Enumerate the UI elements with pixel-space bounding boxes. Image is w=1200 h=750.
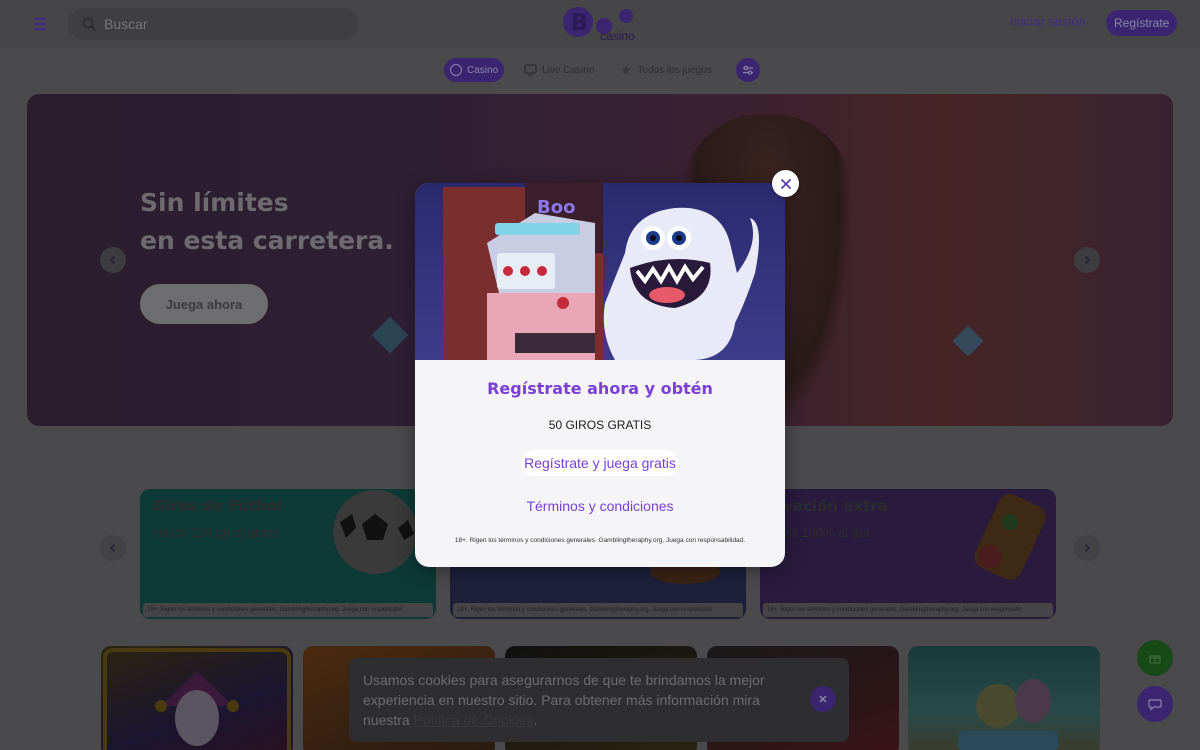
cookie-trailing: . [533, 712, 538, 728]
hero-prev-button[interactable] [100, 247, 126, 273]
game-tile-joker[interactable] [101, 646, 293, 750]
cookie-banner: Usamos cookies para asegurarnos de que t… [349, 658, 849, 742]
promos-next-button[interactable] [1074, 535, 1100, 561]
elevator-art-image [974, 494, 1046, 580]
search-bar[interactable] [68, 8, 358, 40]
chevron-left-icon [109, 255, 116, 265]
gem-decoration [371, 316, 409, 354]
star-icon [621, 65, 632, 75]
chevron-right-icon [1084, 255, 1091, 265]
promo-card[interactable]: Giros de Fútbol Hasta 150 giros gratis 1… [140, 489, 436, 619]
category-tabs: Casino Live Casino Todos los juegos [444, 58, 760, 82]
soccer-ball-image [333, 490, 417, 574]
cookie-policy-link[interactable]: Política de Cookies [414, 712, 534, 728]
svg-text:casino: casino [600, 29, 635, 43]
register-and-play-button[interactable]: Regístrate y juega gratis [521, 450, 679, 476]
cookie-close-button[interactable] [810, 686, 836, 712]
tab-all-games[interactable]: Todos los juegos [614, 58, 718, 82]
promos-prev-button[interactable] [100, 535, 126, 561]
modal-hero-image: Boo casino [415, 183, 785, 360]
gift-button[interactable] [1137, 640, 1173, 676]
close-icon [780, 178, 791, 189]
promo-title: Giros de Fútbol [153, 497, 282, 515]
promo-card[interactable]: evación extra asta 100% al día 18+. Rige… [760, 489, 1056, 619]
modal-disclaimer: 18+. Rigen los términos y condiciones ge… [454, 537, 746, 544]
signup-modal: Boo casino Regístrate ahora y obtén 50 G… [415, 183, 785, 567]
promo-subtitle: Hasta 150 giros gratis [153, 525, 280, 540]
close-icon [819, 695, 827, 703]
promo-disclaimer: 18+. Rigen los términos y condiciones ge… [763, 603, 1053, 617]
chevron-right-icon [1084, 543, 1091, 553]
login-link[interactable]: Iniciar sesión [1010, 14, 1086, 29]
search-icon [82, 17, 96, 31]
promo-disclaimer: 18+. Rigen los términos y condiciones ge… [143, 603, 433, 617]
boo-casino-logo[interactable]: B casino [558, 4, 642, 44]
hero-next-button[interactable] [1074, 247, 1100, 273]
hero-title-line: en esta carretera. [140, 226, 394, 255]
chevron-left-icon [109, 543, 116, 553]
ghost-slot-machine-illustration: Boo casino [415, 183, 785, 360]
modal-heading: Regístrate ahora y obtén [487, 379, 713, 398]
tab-label: Live Casino [542, 64, 595, 76]
chat-bubble-icon [1148, 699, 1162, 711]
signup-button[interactable]: Regístrate [1106, 10, 1178, 36]
tab-live-casino[interactable]: Live Casino [518, 58, 600, 82]
filter-button[interactable] [735, 58, 760, 82]
modal-offer: 50 GIROS GRATIS [548, 418, 652, 432]
terms-link[interactable]: Términos y condiciones [415, 498, 785, 514]
crescent-moon-image [915, 114, 1018, 260]
chat-button[interactable] [1137, 686, 1173, 722]
promo-disclaimer: 18+. Rigen los términos y condiciones ge… [453, 603, 743, 617]
promo-title: evación extra [773, 497, 888, 515]
modal-close-button[interactable] [772, 170, 799, 197]
hamburger-menu-icon[interactable] [28, 12, 52, 36]
sliders-icon [742, 65, 753, 75]
play-now-button[interactable]: Juega ahora [140, 284, 268, 324]
cookie-text: Usamos cookies para asegurarnos de que t… [363, 670, 803, 730]
joker-game-image [103, 648, 291, 750]
gift-icon [1149, 655, 1161, 664]
tab-label: Todos los juegos [637, 64, 712, 76]
casino-chip-icon [450, 64, 462, 76]
game-tile-unicorn[interactable] [908, 646, 1100, 750]
top-header: B casino Iniciar sesión Regístrate [0, 0, 1200, 48]
promo-subtitle: asta 100% al día [773, 525, 870, 540]
tab-casino[interactable]: Casino [444, 58, 505, 82]
search-input[interactable] [104, 16, 334, 32]
tab-label: Casino [467, 64, 499, 76]
hero-title-line: Sin límites [140, 188, 289, 217]
hero-title: Sin límites en esta carretera. [140, 184, 394, 260]
svg-text:B: B [571, 11, 588, 36]
tv-icon [524, 64, 537, 76]
unicorn-game-image [958, 679, 1058, 750]
gem-decoration [952, 325, 984, 357]
